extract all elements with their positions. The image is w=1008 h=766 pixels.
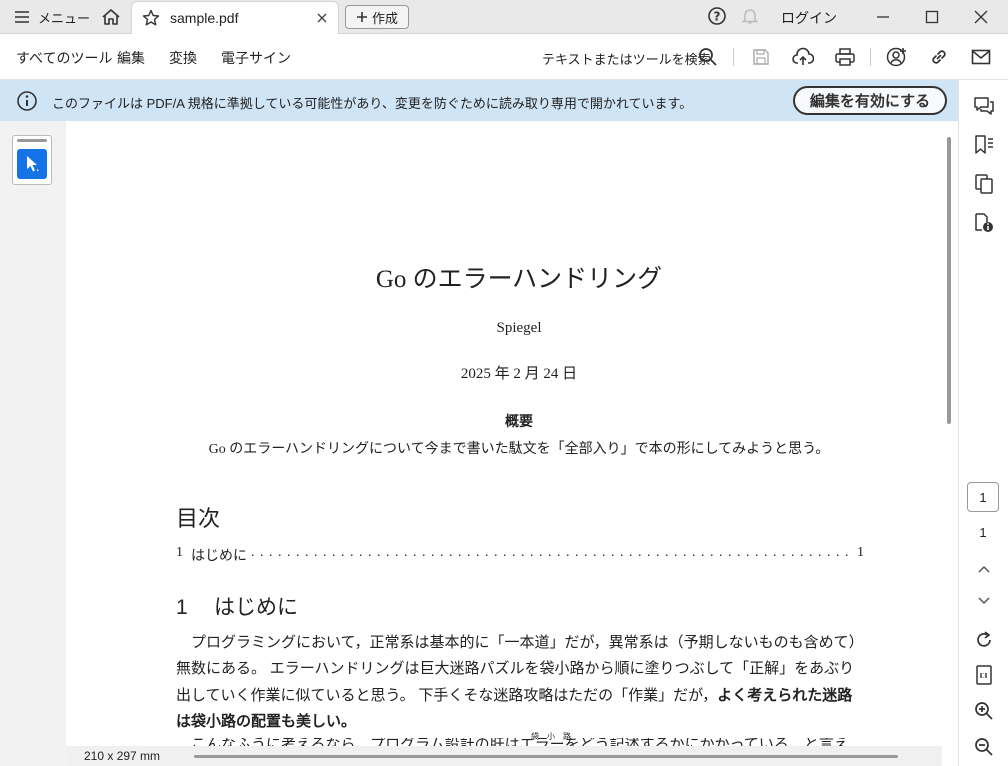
page-total: 1: [979, 525, 987, 540]
bell-icon[interactable]: [740, 6, 760, 29]
horizontal-scrollbar[interactable]: [194, 755, 898, 758]
abstract-text: Go のエラーハンドリングについて今まで書いた駄文を「全部入り」で本の形にしてみ…: [208, 442, 830, 457]
body-text: 出していく作業に似ていると思う。 下手くそな迷路攻略はただの「作業」だが，: [176, 688, 718, 704]
body-line: 出していく作業に似ていると思う。 下手くそな迷路攻略はただの「作業」だが，よく考…: [176, 684, 866, 705]
body-line: は袋小路の配置も美しい。: [176, 710, 866, 731]
info-icon: [16, 90, 38, 115]
plus-icon: [356, 12, 367, 22]
help-icon[interactable]: ?: [707, 6, 727, 29]
toc-heading: 目次: [176, 506, 221, 531]
close-icon: [974, 10, 988, 24]
pages-icon[interactable]: [971, 171, 997, 197]
doc-date: 2025 年 2 月 24 日: [460, 366, 578, 382]
tab-sample-pdf[interactable]: sample.pdf: [131, 1, 339, 34]
section-title: はじめに: [214, 596, 298, 619]
enable-editing-button[interactable]: 編集を有効にする: [793, 86, 947, 115]
doc-title: Go のエラーハンドリング: [375, 266, 663, 293]
right-panel: 1 1: [958, 80, 1008, 766]
doc-author: Spiegel: [496, 320, 542, 336]
search-icon[interactable]: [697, 46, 719, 68]
create-button[interactable]: 作成: [345, 5, 409, 29]
toc-entry-number: 1: [176, 545, 183, 560]
tool-palette: [12, 135, 52, 185]
share-user-icon[interactable]: [886, 46, 908, 68]
section-number: 1: [176, 596, 188, 619]
svg-text:?: ?: [714, 10, 721, 24]
vertical-scrollbar[interactable]: [947, 137, 951, 424]
comment-icon[interactable]: [971, 93, 997, 119]
toolbar-divider: [733, 48, 734, 66]
email-icon[interactable]: [970, 46, 992, 68]
menu-all-tools[interactable]: すべてのツール: [16, 48, 112, 68]
login-link[interactable]: ログイン: [781, 8, 837, 28]
banner-message: このファイルは PDF/A 規格に準拠している可能性があり、変更を防ぐために読み…: [52, 96, 693, 111]
chevron-up-icon[interactable]: [971, 556, 997, 582]
document-view[interactable]: Go のエラーハンドリング Spiegel 2025 年 2 月 24 日 概要…: [66, 121, 942, 766]
hamburger-icon: [15, 11, 29, 23]
menu-convert[interactable]: 変換: [169, 48, 197, 68]
body-bold-text: よく考えられた迷路: [717, 687, 853, 704]
toolbar: すべてのツール 編集 変換 電子サイン テキストまたはツールを検索: [0, 34, 1008, 80]
minimize-icon: [877, 16, 889, 18]
home-button[interactable]: [96, 4, 126, 30]
maximize-icon: [925, 10, 939, 24]
left-tool-panel: [0, 121, 66, 766]
drag-handle[interactable]: [17, 139, 47, 142]
close-tab-icon[interactable]: [316, 12, 328, 24]
link-icon[interactable]: [928, 46, 950, 68]
readonly-banner: このファイルは PDF/A 規格に準拠している可能性があり、変更を防ぐために読み…: [0, 80, 958, 121]
bookmark-icon[interactable]: [971, 132, 997, 158]
save-icon[interactable]: [750, 46, 772, 68]
print-icon[interactable]: [834, 46, 856, 68]
toc-entry-page: 1: [857, 545, 864, 560]
zoom-out-icon[interactable]: [971, 734, 997, 760]
search-label[interactable]: テキストまたはツールを検索: [542, 49, 711, 68]
body-line: 無数にある。 エラーハンドリングは巨大迷路パズルを袋小路から順に塗りつぶして「正…: [176, 661, 855, 677]
cursor-icon: [27, 156, 39, 172]
select-tool-button[interactable]: [17, 149, 47, 179]
actual-size-icon[interactable]: [971, 662, 997, 688]
tab-title: sample.pdf: [170, 10, 239, 26]
menu-button[interactable]: メニュー: [8, 4, 96, 30]
toc-entry[interactable]: 1 はじめに . . . . . . . . . . . . . . . . .…: [176, 545, 864, 565]
menu-label: メニュー: [38, 10, 91, 26]
body-line: プログラミングにおいて，正常系は基本的に「一本道」だが，異常系は（予期しないもの…: [176, 635, 864, 651]
status-bar: 210 x 297 mm: [66, 746, 942, 766]
document-properties-icon[interactable]: [971, 210, 997, 236]
title-bar: メニュー sample.pdf 作成 ? ログイン: [0, 0, 1008, 34]
page-number-input[interactable]: 1: [967, 482, 999, 512]
abstract-heading: 概要: [505, 413, 533, 429]
menu-e-sign[interactable]: 電子サイン: [221, 48, 291, 68]
create-label: 作成: [371, 10, 398, 26]
page-size: 210 x 297 mm: [84, 749, 161, 763]
toc-entry-title: はじめに: [191, 549, 247, 564]
section-heading: 1 はじめに: [176, 591, 298, 621]
close-window-button[interactable]: [958, 0, 1004, 34]
rotate-icon[interactable]: [971, 627, 997, 653]
chevron-down-icon[interactable]: [971, 588, 997, 614]
cloud-upload-icon[interactable]: [792, 46, 814, 68]
body-bold-text: は袋小路の配置も美しい。: [176, 713, 357, 730]
toc-leader-dots: . . . . . . . . . . . . . . . . . . . . …: [251, 545, 853, 560]
menu-edit[interactable]: 編集: [117, 48, 145, 68]
toolbar-divider: [870, 48, 871, 66]
zoom-in-icon[interactable]: [971, 698, 997, 724]
star-icon[interactable]: [142, 9, 160, 27]
minimize-button[interactable]: [860, 0, 906, 34]
home-icon: [102, 9, 120, 25]
maximize-button[interactable]: [909, 0, 955, 34]
